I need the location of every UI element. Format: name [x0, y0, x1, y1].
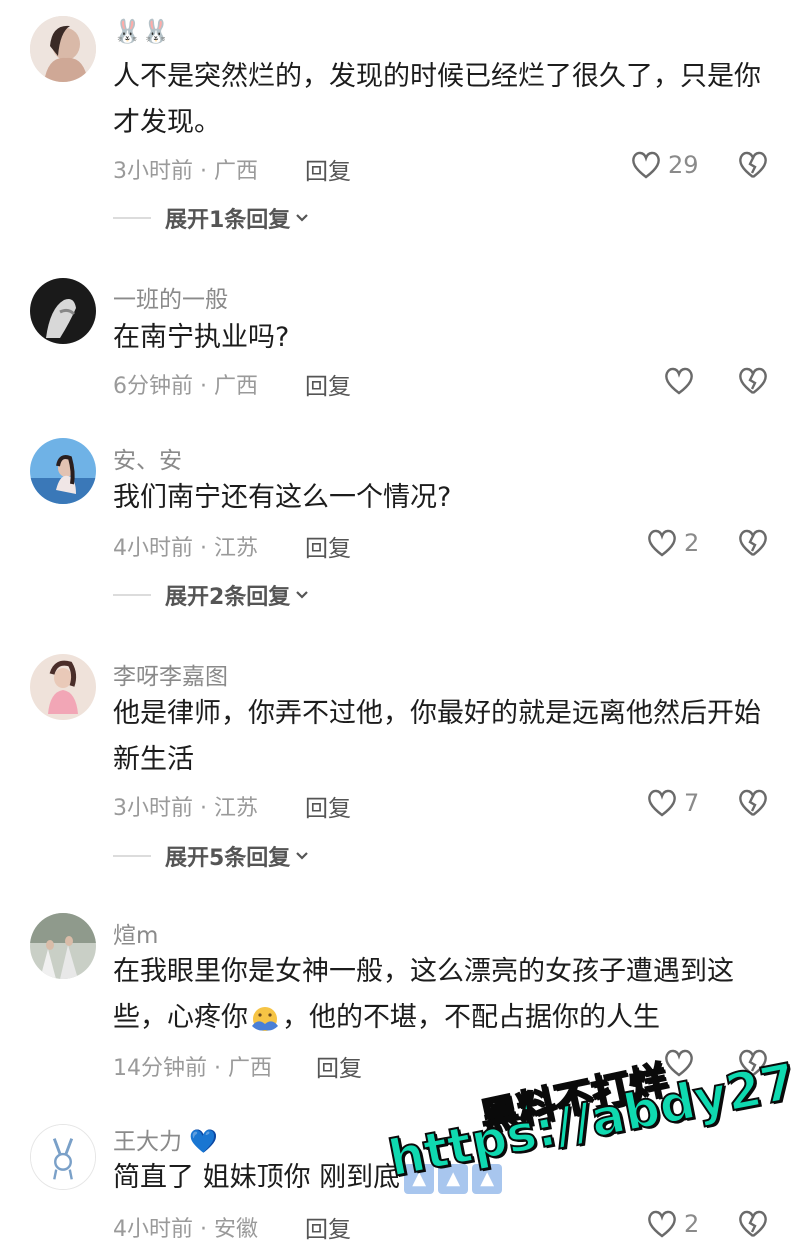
broken-heart-icon[interactable] [737, 1209, 769, 1239]
comment-text-part: ，他的不堪，不配占据你的人生 [282, 1002, 660, 1033]
username[interactable]: 王大力 💙 [113, 1122, 218, 1156]
broken-heart-icon[interactable] [737, 150, 769, 180]
username[interactable]: 🐰🐰 [113, 18, 170, 45]
comment-meta: 14分钟前 · 广西 [113, 1056, 272, 1081]
comment-text: 在我眼里你是女神一般，这么漂亮的女孩子遭遇到这些，心疼你 ，他的不堪，不配占据你的… [113, 949, 773, 1041]
divider [113, 217, 151, 219]
comment-text-part: 简直了 姐妹顶你 刚到底 [113, 1162, 401, 1193]
chevron-down-icon [296, 591, 309, 599]
expand-replies-button[interactable]: 展开1条回复 [113, 202, 310, 234]
expand-replies-button[interactable]: 展开5条回复 [113, 840, 310, 872]
reply-button[interactable]: 回复 [305, 789, 351, 823]
like-button[interactable]: 2 [646, 528, 699, 558]
reply-button[interactable]: 回复 [305, 367, 351, 401]
heart-outline-icon [665, 367, 693, 395]
avatar[interactable] [30, 438, 96, 504]
username[interactable]: 煊m [113, 916, 158, 950]
like-button[interactable]: 2 [646, 1209, 699, 1239]
like-count: 2 [684, 1210, 700, 1238]
expand-label: 展开1条回复 [165, 208, 291, 233]
comment-text: 人不是突然烂的，发现的时候已经烂了很久了，只是你才发现。 [113, 61, 761, 138]
heart-outline-icon [648, 1210, 676, 1238]
like-count: 29 [668, 151, 699, 179]
reply-button[interactable]: 回复 [316, 1049, 362, 1083]
comment-text: 我们南宁还有这么一个情况? [113, 482, 452, 513]
expand-label: 展开2条回复 [165, 585, 291, 610]
avatar[interactable] [30, 654, 96, 720]
like-button[interactable]: 29 [630, 150, 699, 180]
avatar[interactable] [30, 278, 96, 344]
avatar[interactable] [30, 16, 96, 82]
chevron-down-icon [296, 214, 309, 222]
reply-button[interactable]: 回复 [305, 1210, 351, 1244]
comment-meta: 3小时前 · 江苏 [113, 796, 258, 821]
like-count: 2 [684, 529, 700, 557]
broken-heart-icon[interactable] [737, 366, 769, 396]
username[interactable]: 一班的一般 [113, 280, 228, 314]
heart-outline-icon [648, 529, 676, 557]
username[interactable]: 李呀李嘉图 [113, 657, 228, 691]
comment-meta: 6分钟前 · 广西 [113, 374, 258, 399]
blue-heart-icon: 💙 [189, 1129, 218, 1155]
chevron-down-icon [296, 852, 309, 860]
avatar[interactable] [30, 1124, 96, 1190]
broken-heart-icon[interactable] [737, 528, 769, 558]
comment-meta: 4小时前 · 江苏 [113, 536, 258, 561]
like-count: 7 [684, 789, 700, 817]
reply-button[interactable]: 回复 [305, 529, 351, 563]
expand-replies-button[interactable]: 展开2条回复 [113, 579, 310, 611]
hug-emoji-icon [252, 1006, 278, 1031]
reply-button[interactable]: 回复 [305, 152, 351, 186]
heart-outline-icon [632, 151, 660, 179]
comment-text: 他是律师，你弄不过他，你最好的就是远离他然后开始新生活 [113, 698, 761, 775]
expand-label: 展开5条回复 [165, 846, 291, 871]
comment-text: 在南宁执业吗? [113, 322, 290, 353]
divider [113, 855, 151, 857]
divider [113, 594, 151, 596]
like-button[interactable] [663, 366, 701, 396]
like-button[interactable]: 7 [646, 788, 699, 818]
username-text: 王大力 [113, 1129, 182, 1155]
comment-meta: 3小时前 · 广西 [113, 159, 258, 184]
heart-outline-icon [648, 789, 676, 817]
avatar[interactable] [30, 913, 96, 979]
broken-heart-icon[interactable] [737, 788, 769, 818]
comment-meta: 4小时前 · 安徽 [113, 1217, 258, 1242]
username[interactable]: 安、安 [113, 441, 182, 475]
